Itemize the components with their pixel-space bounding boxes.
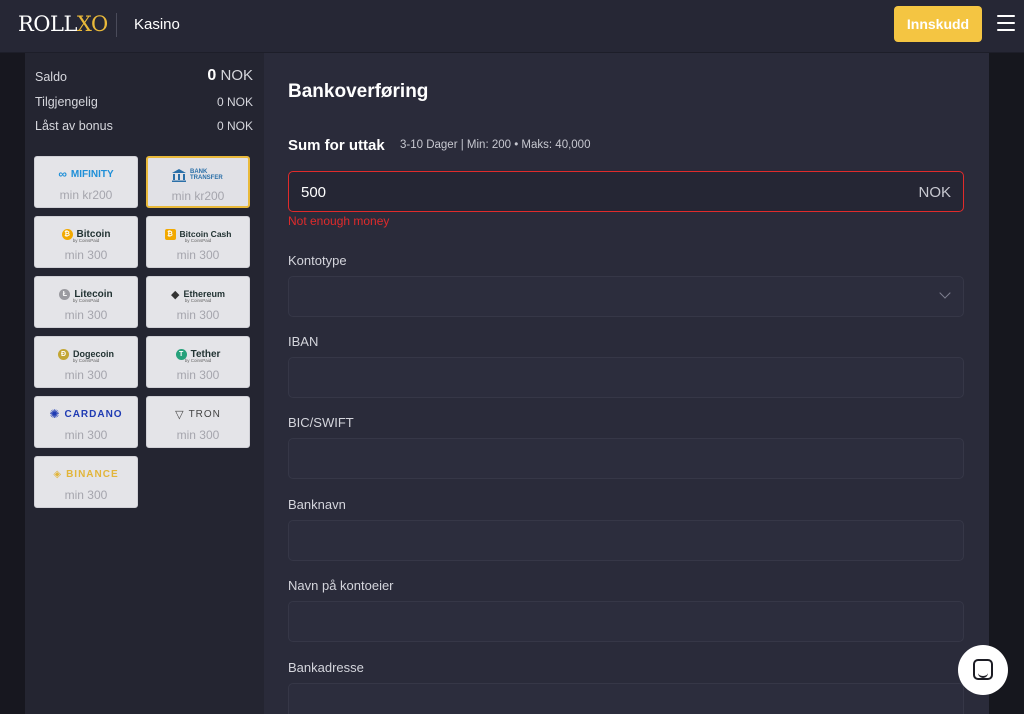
account-holder-label: Navn på kontoeier	[288, 578, 394, 593]
logo-divider	[116, 13, 117, 37]
bic-swift-input[interactable]	[288, 438, 964, 479]
iban-label: IBAN	[288, 334, 319, 349]
bonus-locked-value: 0 NOK	[216, 119, 253, 133]
balance-row: Saldo 0 NOK	[35, 67, 253, 84]
bank-icon	[172, 168, 186, 182]
right-gutter	[989, 53, 1024, 714]
account-holder-input[interactable]	[288, 601, 964, 642]
method-bitcoin-cash[interactable]: ₿ Bitcoin Cash by CoinsPaid min 300	[146, 216, 250, 268]
account-type-select[interactable]	[288, 276, 964, 317]
bank-address-input[interactable]	[288, 683, 964, 714]
deposit-button[interactable]: Innskudd	[894, 6, 982, 42]
chat-button[interactable]	[958, 645, 1008, 695]
amount-value[interactable]: 500	[301, 184, 326, 201]
method-tether[interactable]: T Tether by CoinsPaid min 300	[146, 336, 250, 388]
page-title: Bankoverføring	[288, 81, 429, 102]
method-ethereum[interactable]: ◆ Ethereum by CoinsPaid min 300	[146, 276, 250, 328]
chat-icon	[973, 659, 993, 680]
bonus-locked-label: Låst av bonus	[35, 119, 113, 133]
section-title[interactable]: Kasino	[134, 16, 180, 33]
binance-icon: ◈	[53, 468, 63, 480]
bank-address-label: Bankadresse	[288, 660, 364, 675]
mifinity-icon: ∞	[58, 167, 67, 181]
method-tron[interactable]: ▽ TRON min 300	[146, 396, 250, 448]
bank-name-label: Banknavn	[288, 497, 346, 512]
error-message: Not enough money	[288, 214, 390, 228]
iban-input[interactable]	[288, 357, 964, 398]
sum-limits-info: 3-10 Dager | Min: 200 • Maks: 40,000	[400, 139, 591, 151]
method-mifinity[interactable]: ∞ MIFINITY min kr200	[34, 156, 138, 208]
bank-name-input[interactable]	[288, 520, 964, 561]
bic-swift-label: BIC/SWIFT	[288, 415, 354, 430]
account-type-label: Kontotype	[288, 253, 347, 268]
amount-input[interactable]: 500 NOK	[288, 171, 964, 212]
withdraw-form-panel: Bankoverføring Sum for uttak 3-10 Dager …	[264, 53, 989, 714]
payment-sidebar: Saldo 0 NOK Tilgjengelig 0 NOK Låst av b…	[25, 53, 264, 714]
method-dogecoin[interactable]: Ð Dogecoin by CoinsPaid min 300	[34, 336, 138, 388]
balance-label: Saldo	[35, 70, 67, 84]
available-value: 0 NOK	[216, 95, 253, 109]
amount-currency: NOK	[918, 184, 951, 201]
sum-label: Sum for uttak	[288, 137, 385, 154]
method-bank-transfer[interactable]: BANK TRANSFER min kr200	[146, 156, 250, 208]
rollxo-logo[interactable]: ROLLXO	[18, 12, 108, 36]
method-cardano[interactable]: ✺ CARDANO min 300	[34, 396, 138, 448]
tron-icon: ▽	[175, 408, 185, 421]
top-bar: ROLLXO Kasino Innskudd	[0, 0, 1024, 53]
method-litecoin[interactable]: Ł Litecoin by CoinsPaid min 300	[34, 276, 138, 328]
available-row: Tilgjengelig 0 NOK	[35, 95, 253, 109]
method-bitcoin[interactable]: ₿ Bitcoin by CoinsPaid min 300	[34, 216, 138, 268]
balance-value: 0 NOK	[207, 67, 253, 84]
chevron-down-icon	[939, 287, 951, 299]
method-binance[interactable]: ◈ BINANCE min 300	[34, 456, 138, 508]
available-label: Tilgjengelig	[35, 95, 98, 109]
hamburger-menu-icon[interactable]	[997, 15, 1015, 31]
bonus-locked-row: Låst av bonus 0 NOK	[35, 119, 253, 133]
cardano-icon: ✺	[49, 407, 61, 421]
